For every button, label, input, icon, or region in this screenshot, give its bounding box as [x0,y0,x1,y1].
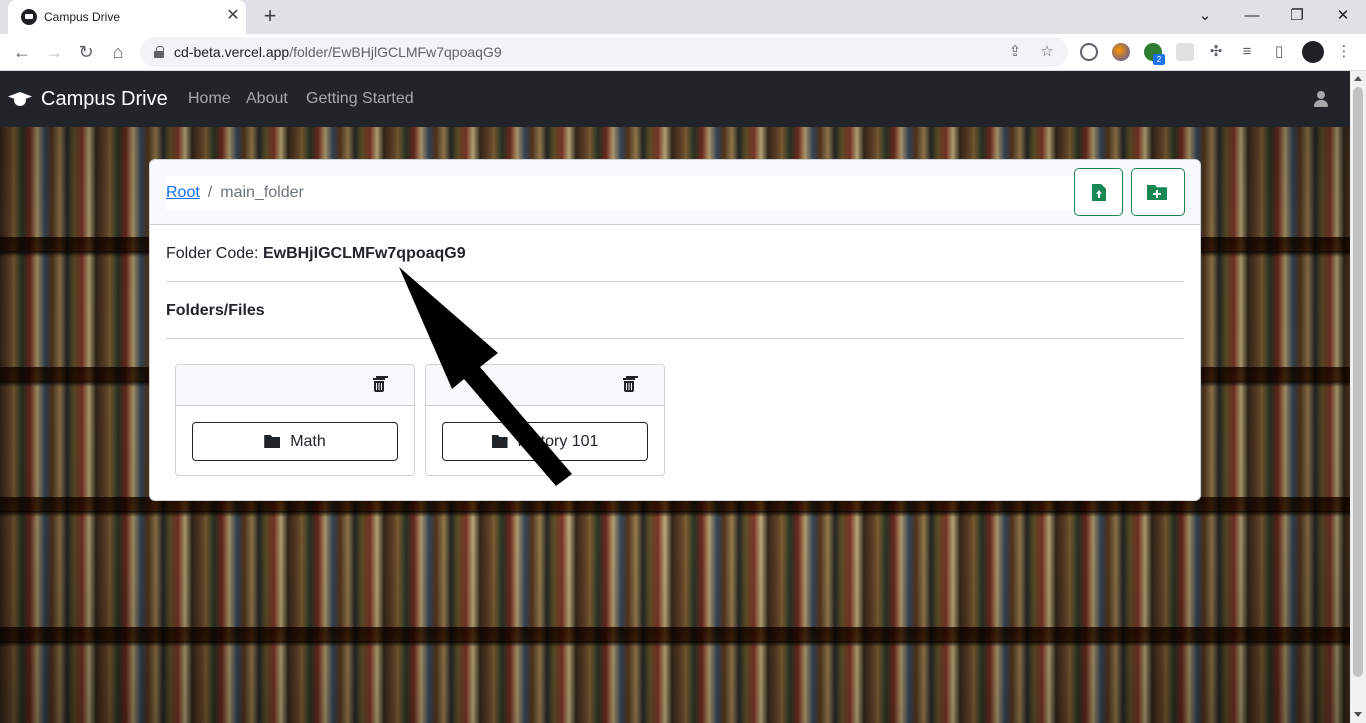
open-folder-button[interactable]: Math [192,422,398,461]
folder-code-value: EwBHjlGCLMFw7qpoaqG9 [262,245,466,262]
folder-item-card: Math [175,364,415,476]
scroll-down-icon[interactable] [1354,712,1362,717]
scroll-thumb[interactable] [1353,87,1363,677]
graduation-cap-icon [8,90,32,108]
extension-badge: 2 [1153,54,1165,65]
reading-list-icon[interactable]: ≡ [1238,43,1256,61]
forward-arrow-icon[interactable]: → [42,40,66,64]
share-icon[interactable]: ⇪ [1006,43,1024,61]
nav-link-getting-started[interactable]: Getting Started [306,90,414,108]
scroll-up-icon[interactable] [1354,76,1362,81]
breadcrumb-root-link[interactable]: Root [166,184,200,202]
folder-code: Folder Code: EwBHjlGCLMFw7qpoaqG9 [166,245,466,263]
side-panel-icon[interactable]: ▯ [1270,43,1288,61]
url-text[interactable]: cd-beta.vercel.app/folder/EwBHjlGCLMFw7q… [174,44,502,60]
home-icon[interactable]: ⌂ [106,40,130,64]
nav-link-about[interactable]: About [246,90,288,108]
lock-icon[interactable] [154,46,164,58]
page-scrollbar[interactable] [1350,71,1366,723]
speed-extension-icon[interactable] [1080,43,1098,61]
close-tab-icon[interactable]: ✕ [224,7,242,25]
browser-extension-icon[interactable] [1112,43,1130,61]
folder-code-label: Folder Code: [166,245,259,262]
user-icon[interactable] [1313,91,1329,107]
divider [166,338,1184,339]
section-title: Folders/Files [166,302,265,319]
breadcrumb: Root / main_folder [166,176,1076,210]
campus-drive-favicon-icon [21,9,37,25]
folder-name: Math [290,432,326,450]
browser-tab[interactable]: Campus Drive ✕ [8,0,246,34]
nav-link-home[interactable]: Home [188,90,231,108]
address-bar[interactable]: cd-beta.vercel.app/folder/EwBHjlGCLMFw7q… [140,37,1068,67]
breadcrumb-separator: / [207,184,213,201]
upload-file-button[interactable] [1074,168,1123,216]
divider [166,281,1184,282]
reload-icon[interactable]: ↻ [74,40,98,64]
folder-item-header [426,365,664,406]
extensions-puzzle-icon[interactable]: ✣ [1207,43,1225,61]
browser-tabstrip: Campus Drive ✕ + ⌄ — ❐ ✕ [0,0,1366,34]
profile-avatar[interactable] [1302,41,1324,63]
page-viewport: Campus Drive Home About Getting Started … [0,71,1350,723]
trash-icon[interactable] [623,377,635,392]
file-upload-icon [1092,184,1106,201]
folder-item-header [176,365,414,406]
folder-icon [491,435,508,448]
back-arrow-icon[interactable]: ← [10,40,34,64]
folder-card-header: Root / main_folder [150,160,1200,225]
folder-card: Root / main_folder Folder Code: EwBHjlGC… [149,159,1201,501]
tab-title: Campus Drive [44,10,121,24]
restore-window-icon[interactable]: ❐ [1286,5,1308,27]
navbar: Campus Drive Home About Getting Started [0,71,1350,127]
brand-name: Campus Drive [41,87,168,110]
bookmark-star-icon[interactable]: ☆ [1038,43,1056,61]
breadcrumb-current: main_folder [220,184,304,201]
new-tab-icon[interactable]: + [259,5,281,28]
folder-icon [264,435,281,448]
minimize-icon[interactable]: — [1241,5,1263,27]
trash-icon[interactable] [373,377,385,392]
cast-extension-icon[interactable] [1176,43,1194,61]
open-folder-button[interactable]: History 101 [442,422,648,461]
close-window-icon[interactable]: ✕ [1332,5,1354,27]
browser-toolbar: ← → ↻ ⌂ cd-beta.vercel.app/folder/EwBHjl… [0,34,1366,71]
tab-search-chevron-icon[interactable]: ⌄ [1194,5,1216,27]
menu-kebab-icon[interactable]: ⋮ [1335,43,1353,61]
add-folder-button[interactable] [1131,168,1185,216]
folder-item-card: History 101 [425,364,665,476]
brand[interactable]: Campus Drive [8,87,168,111]
folder-name: History 101 [517,432,599,450]
folder-plus-icon [1147,185,1167,200]
